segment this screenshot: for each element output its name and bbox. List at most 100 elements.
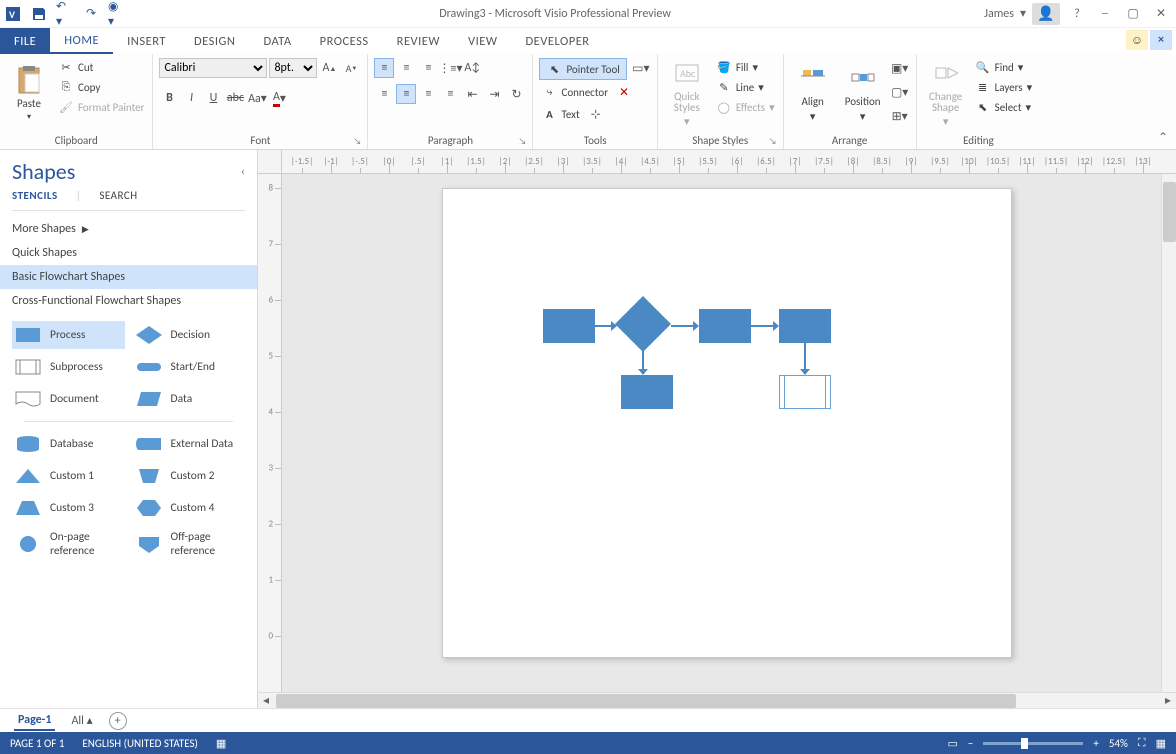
quick-styles-button[interactable]: Abc Quick Styles▾ xyxy=(664,58,710,128)
user-name[interactable]: James xyxy=(984,7,1014,21)
search-tab[interactable]: SEARCH xyxy=(99,189,137,202)
connector-4[interactable] xyxy=(642,351,644,371)
strikethrough-button[interactable]: abc xyxy=(225,88,245,108)
stencil-basic-flowchart[interactable]: Basic Flowchart Shapes xyxy=(0,265,257,289)
decrease-font-icon[interactable]: A▼ xyxy=(341,58,361,78)
status-language[interactable]: ENGLISH (UNITED STATES) xyxy=(82,737,197,750)
all-pages-button[interactable]: All ▴ xyxy=(71,713,92,728)
process-shape-3[interactable] xyxy=(779,309,831,343)
collapse-ribbon-button[interactable]: ⌃ xyxy=(1158,130,1168,145)
send-back-button[interactable]: ▢▾ xyxy=(890,82,910,102)
align-justify-button[interactable]: ≡ xyxy=(440,84,460,104)
effects-button[interactable]: ◯Effects ▾ xyxy=(714,98,777,116)
zoom-in-button[interactable]: + xyxy=(1093,737,1098,750)
tab-insert[interactable]: INSERT xyxy=(113,28,180,54)
line-button[interactable]: ✎Line ▾ xyxy=(714,78,777,96)
align-button[interactable]: Align▾ xyxy=(790,58,836,128)
process-shape-2[interactable] xyxy=(699,309,751,343)
shape-item-database[interactable]: Database xyxy=(12,430,125,458)
macro-recording-icon[interactable]: ▦ xyxy=(216,737,226,750)
tab-process[interactable]: PROCESS xyxy=(306,28,383,54)
tab-home[interactable]: HOME xyxy=(50,28,113,54)
status-page[interactable]: PAGE 1 OF 1 xyxy=(10,737,64,750)
tab-file[interactable]: FILE xyxy=(0,28,50,54)
zoom-slider[interactable] xyxy=(983,742,1083,745)
select-button[interactable]: ⬉Select ▾ xyxy=(973,98,1035,116)
maximize-button[interactable]: ▢ xyxy=(1122,4,1144,24)
delete-tool-button[interactable]: ✕ xyxy=(614,82,634,102)
shape-item-custom-2[interactable]: Custom 2 xyxy=(133,462,246,490)
tab-design[interactable]: DESIGN xyxy=(180,28,250,54)
user-avatar[interactable]: 👤 xyxy=(1032,3,1060,25)
connector-3[interactable] xyxy=(751,325,775,327)
collapse-shapes-button[interactable]: ‹ xyxy=(241,165,245,179)
shape-item-on-page-reference[interactable]: On-page reference xyxy=(12,526,125,562)
align-bottom-button[interactable]: ≡ xyxy=(418,58,438,78)
save-icon[interactable] xyxy=(30,5,48,23)
ribbon-display-options[interactable]: × xyxy=(1150,30,1172,50)
add-page-button[interactable]: + xyxy=(109,712,127,730)
emoji-feedback-button[interactable]: ☺ xyxy=(1126,30,1148,50)
increase-font-icon[interactable]: A▲ xyxy=(319,58,339,78)
shape-item-custom-1[interactable]: Custom 1 xyxy=(12,462,125,490)
qat-customize-icon[interactable]: ◉ ▾ xyxy=(108,5,126,23)
font-dialog-launcher[interactable]: ↘ xyxy=(354,136,362,147)
shape-item-decision[interactable]: Decision xyxy=(133,321,246,349)
more-shapes-item[interactable]: More Shapes ▶ xyxy=(0,217,257,241)
layers-button[interactable]: ≣Layers ▾ xyxy=(973,78,1035,96)
increase-indent-button[interactable]: ⇥ xyxy=(484,84,504,104)
full-screen-icon[interactable]: ▦ xyxy=(1156,737,1166,750)
shape-item-external-data[interactable]: External Data xyxy=(133,430,246,458)
shape-item-start-end[interactable]: Start/End xyxy=(133,353,246,381)
find-button[interactable]: 🔍Find ▾ xyxy=(973,58,1035,76)
shape-item-custom-3[interactable]: Custom 3 xyxy=(12,494,125,522)
fit-page-icon[interactable]: ⛶ xyxy=(1138,736,1146,750)
group-button[interactable]: ⊞▾ xyxy=(890,106,910,126)
text-tool-button[interactable]: AText xyxy=(539,104,581,124)
text-direction-button[interactable]: A↕ xyxy=(462,58,482,78)
shape-item-data[interactable]: Data xyxy=(133,385,246,413)
tab-data[interactable]: DATA xyxy=(249,28,305,54)
horizontal-scrollbar[interactable]: ◂ ▸ xyxy=(258,692,1176,708)
stencils-tab[interactable]: STENCILS xyxy=(12,189,58,202)
shape-styles-dialog-launcher[interactable]: ↘ xyxy=(769,136,777,147)
align-top-button[interactable]: ≡ xyxy=(374,58,394,78)
zoom-level[interactable]: 54% xyxy=(1109,737,1128,750)
stencil-cross-functional[interactable]: Cross-Functional Flowchart Shapes xyxy=(0,289,257,313)
decision-shape[interactable] xyxy=(615,296,671,352)
shape-item-subprocess[interactable]: Subprocess xyxy=(12,353,125,381)
rectangle-tool-button[interactable]: ▭▾ xyxy=(631,58,651,78)
redo-icon[interactable]: ↷ xyxy=(82,5,100,23)
undo-icon[interactable]: ↶ ▾ xyxy=(56,5,74,23)
hscroll-thumb[interactable] xyxy=(276,694,1016,708)
tab-view[interactable]: VIEW xyxy=(454,28,511,54)
shape-item-process[interactable]: Process xyxy=(12,321,125,349)
shape-item-off-page-reference[interactable]: Off-page reference xyxy=(133,526,246,562)
process-shape-1[interactable] xyxy=(543,309,595,343)
process-shape-4[interactable] xyxy=(621,375,673,409)
tab-developer[interactable]: DEVELOPER xyxy=(511,28,603,54)
shape-item-document[interactable]: Document xyxy=(12,385,125,413)
subprocess-shape-selected[interactable] xyxy=(779,375,831,409)
font-color-button[interactable]: A▾ xyxy=(269,88,289,108)
vscroll-thumb[interactable] xyxy=(1163,182,1176,242)
copy-button[interactable]: ⎘Copy xyxy=(56,78,146,96)
rotate-text-button[interactable]: ↻ xyxy=(506,84,526,104)
stencil-quick-shapes[interactable]: Quick Shapes xyxy=(0,241,257,265)
format-painter-button[interactable]: 🖌Format Painter xyxy=(56,98,146,116)
pointer-tool-button[interactable]: ⬉Pointer Tool xyxy=(539,58,626,80)
font-size-select[interactable]: 8pt. xyxy=(269,58,317,78)
page-tab-1[interactable]: Page-1 xyxy=(14,711,55,731)
bring-front-button[interactable]: ▣▾ xyxy=(890,58,910,78)
scroll-right-button[interactable]: ▸ xyxy=(1160,693,1176,709)
connector-2[interactable] xyxy=(671,325,695,327)
decrease-indent-button[interactable]: ⇤ xyxy=(462,84,482,104)
scroll-left-button[interactable]: ◂ xyxy=(258,693,274,709)
close-button[interactable]: ✕ xyxy=(1150,4,1172,24)
paste-button[interactable]: Paste▾ xyxy=(6,58,52,128)
change-shape-button[interactable]: Change Shape▾ xyxy=(923,58,969,128)
bold-button[interactable]: B xyxy=(159,88,179,108)
vertical-scrollbar[interactable] xyxy=(1161,174,1176,692)
change-case-button[interactable]: Aa▾ xyxy=(247,88,267,108)
fill-button[interactable]: 🪣Fill ▾ xyxy=(714,58,777,76)
